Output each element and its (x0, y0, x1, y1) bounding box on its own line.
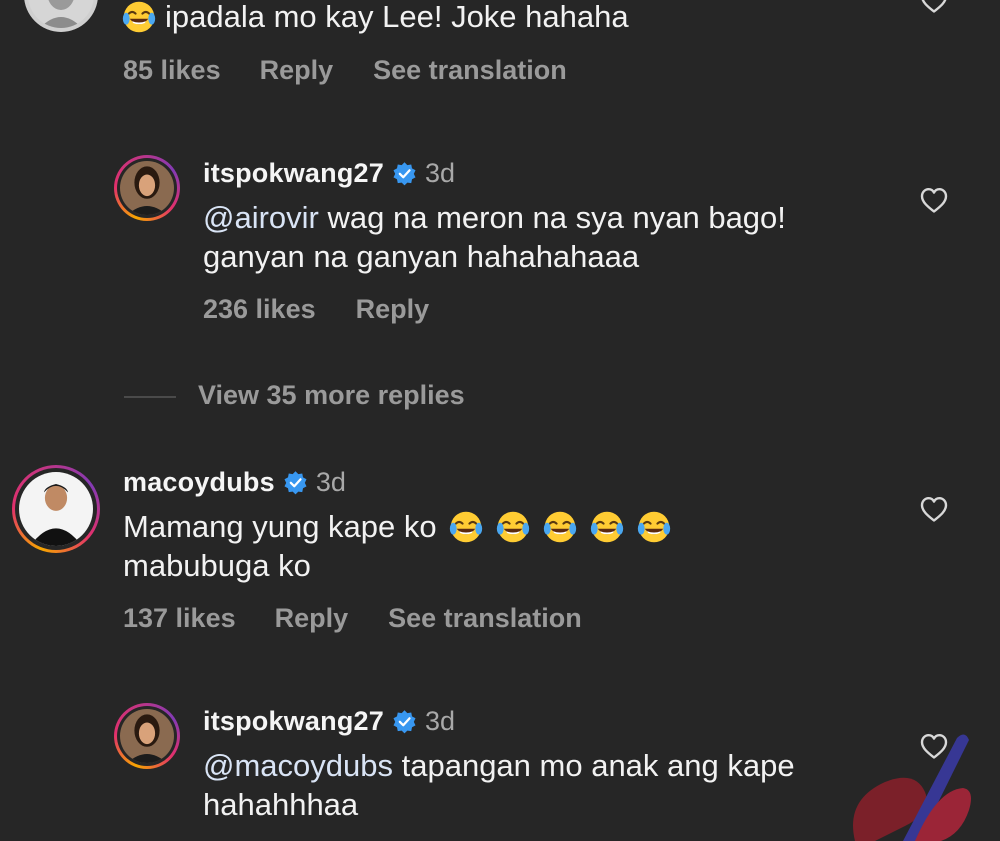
reply-button[interactable]: Reply (275, 603, 349, 634)
username[interactable]: itspokwang27 (203, 706, 384, 737)
likes-count[interactable]: 85 likes (123, 55, 221, 86)
comment-text-line2: hahahhhaa (203, 787, 359, 822)
avatar-image (19, 472, 93, 546)
comment-meta: 137 likes Reply See translation (123, 603, 582, 634)
reply-button[interactable]: Reply (356, 294, 430, 325)
avatar-image (28, 0, 94, 28)
see-translation-link[interactable]: See translation (388, 603, 582, 634)
avatar[interactable] (114, 703, 180, 769)
comment-header: macoydubs 3d (123, 467, 346, 498)
timestamp: 3d (315, 467, 346, 497)
likes-count[interactable]: 137 likes (123, 603, 236, 634)
likes-count[interactable]: 236 likes (203, 294, 316, 325)
avatar[interactable] (24, 0, 98, 32)
comment-header: itspokwang27 3d (203, 706, 455, 737)
avatar-image (120, 161, 174, 215)
see-translation-link[interactable]: See translation (373, 55, 567, 86)
mention-link[interactable]: @macoydubs (203, 746, 393, 786)
avatar-image (120, 709, 174, 763)
comment-text-line2: ganyan na ganyan hahahahaaa (203, 239, 640, 274)
verified-badge-icon (392, 161, 417, 186)
verified-badge-icon (392, 709, 417, 734)
comment-text: Mamang yung kape ko (123, 507, 671, 547)
comment-meta: 85 likes Reply See translation (123, 55, 567, 86)
reply-button[interactable]: Reply (260, 55, 334, 86)
heart-icon[interactable] (919, 0, 949, 14)
mention-link[interactable]: @airovir (203, 198, 319, 238)
username[interactable]: macoydubs (123, 467, 275, 498)
heart-icon[interactable] (919, 186, 949, 214)
avatar[interactable] (114, 155, 180, 221)
comment-text-line2: mabubuga ko (123, 548, 311, 583)
username[interactable]: itspokwang27 (203, 158, 384, 189)
tears-of-joy-emoji-icon (590, 510, 624, 544)
tears-of-joy-emoji-icon (122, 0, 156, 34)
comment-text: @airovir wag na meron na sya nyan bago! (203, 198, 786, 238)
timestamp: 3d (424, 706, 455, 736)
replies-divider-line (124, 396, 176, 398)
tears-of-joy-emoji-icon (496, 510, 530, 544)
timestamp: 3d (424, 158, 455, 188)
tears-of-joy-emoji-icon (637, 510, 671, 544)
watermark-logo (853, 734, 971, 841)
comment-meta: 236 likes Reply (203, 294, 429, 325)
comment-header: itspokwang27 3d (203, 158, 455, 189)
verified-badge-icon (283, 470, 308, 495)
tears-of-joy-emoji-icon (449, 510, 483, 544)
heart-icon[interactable] (919, 495, 949, 523)
comment-text: ipadala mo kay Lee! Joke hahaha (122, 0, 629, 37)
tears-of-joy-emoji-icon (543, 510, 577, 544)
avatar[interactable] (12, 465, 100, 553)
comment-text: @macoydubs tapangan mo anak ang kape (203, 746, 795, 786)
emoji-group (449, 510, 671, 544)
view-more-replies-button[interactable]: View 35 more replies (198, 380, 465, 411)
